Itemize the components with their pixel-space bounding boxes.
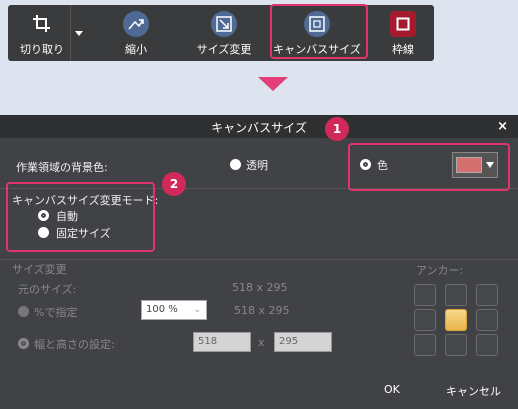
crop-icon bbox=[29, 11, 55, 37]
auto-label: 自動 bbox=[56, 210, 78, 223]
cancel-button[interactable]: キャンセル bbox=[446, 383, 501, 399]
fixed-size-radio[interactable] bbox=[38, 227, 49, 238]
auto-radio[interactable] bbox=[38, 210, 49, 221]
percent-result: 518 x 295 bbox=[234, 304, 290, 317]
annotation-2: 2 bbox=[162, 172, 186, 196]
shrink-label: 縮小 bbox=[125, 43, 147, 56]
crop-tool[interactable]: 切り取り bbox=[14, 5, 70, 61]
chevron-down-icon bbox=[74, 30, 83, 36]
transparent-radio[interactable] bbox=[230, 159, 241, 170]
transparent-label: 透明 bbox=[246, 159, 268, 172]
toolbar: 切り取り 縮小 サイズ変更 キャンバスサイズ 枠線 bbox=[8, 5, 434, 61]
width-input[interactable]: 518 bbox=[193, 332, 251, 352]
color-radio[interactable] bbox=[360, 159, 371, 170]
original-size-label: 元のサイズ: bbox=[18, 283, 77, 296]
fixed-size-label: 固定サイズ bbox=[56, 227, 111, 240]
border-icon bbox=[390, 11, 416, 37]
anchor-middle-left[interactable] bbox=[414, 309, 436, 331]
percent-select[interactable]: 100 % ⌄ bbox=[141, 300, 207, 320]
percent-value: 100 % bbox=[146, 304, 178, 315]
width-height-label: 幅と高さの設定: bbox=[34, 338, 115, 351]
anchor-bottom-left[interactable] bbox=[414, 334, 436, 356]
resize-icon bbox=[211, 11, 237, 37]
highlight-canvas-size bbox=[270, 4, 368, 59]
down-arrow-icon bbox=[258, 77, 288, 91]
crop-label: 切り取り bbox=[20, 43, 64, 56]
color-swatch bbox=[456, 157, 482, 173]
anchor-top-center[interactable] bbox=[445, 284, 467, 306]
dialog-title: キャンバスサイズ bbox=[211, 120, 307, 135]
width-height-radio[interactable] bbox=[18, 338, 29, 349]
ok-button[interactable]: OK bbox=[384, 383, 400, 396]
border-tool[interactable]: 枠線 bbox=[378, 5, 428, 61]
resize-label: サイズ変更 bbox=[196, 43, 252, 56]
original-size-value: 518 x 295 bbox=[232, 281, 288, 294]
close-icon[interactable]: × bbox=[497, 119, 508, 134]
color-label: 色 bbox=[377, 159, 388, 172]
chevron-down-icon bbox=[486, 162, 494, 168]
shrink-icon bbox=[123, 11, 149, 37]
percent-radio[interactable] bbox=[18, 306, 29, 317]
bg-color-label: 作業領域の背景色: bbox=[16, 161, 108, 174]
resize-section-title: サイズ変更 bbox=[12, 263, 67, 276]
height-input[interactable]: 295 bbox=[274, 332, 332, 352]
anchor-label: アンカー: bbox=[416, 264, 464, 277]
shrink-tool[interactable]: 縮小 bbox=[108, 5, 164, 61]
annotation-1: 1 bbox=[325, 117, 349, 141]
anchor-center[interactable] bbox=[445, 309, 467, 331]
anchor-middle-right[interactable] bbox=[476, 309, 498, 331]
anchor-top-left[interactable] bbox=[414, 284, 436, 306]
crop-dropdown[interactable] bbox=[70, 5, 86, 61]
resize-tool[interactable]: サイズ変更 bbox=[188, 5, 260, 61]
times-sign: x bbox=[258, 336, 265, 349]
chevron-down-icon: ⌄ bbox=[193, 305, 201, 315]
mode-label: キャンバスサイズ変更モード: bbox=[12, 194, 159, 207]
dialog-titlebar: キャンバスサイズ × bbox=[0, 116, 518, 138]
border-label: 枠線 bbox=[392, 43, 414, 56]
anchor-top-right[interactable] bbox=[476, 284, 498, 306]
anchor-bottom-right[interactable] bbox=[476, 334, 498, 356]
color-picker[interactable] bbox=[452, 152, 498, 178]
percent-label: %で指定 bbox=[34, 306, 78, 319]
anchor-bottom-center[interactable] bbox=[445, 334, 467, 356]
